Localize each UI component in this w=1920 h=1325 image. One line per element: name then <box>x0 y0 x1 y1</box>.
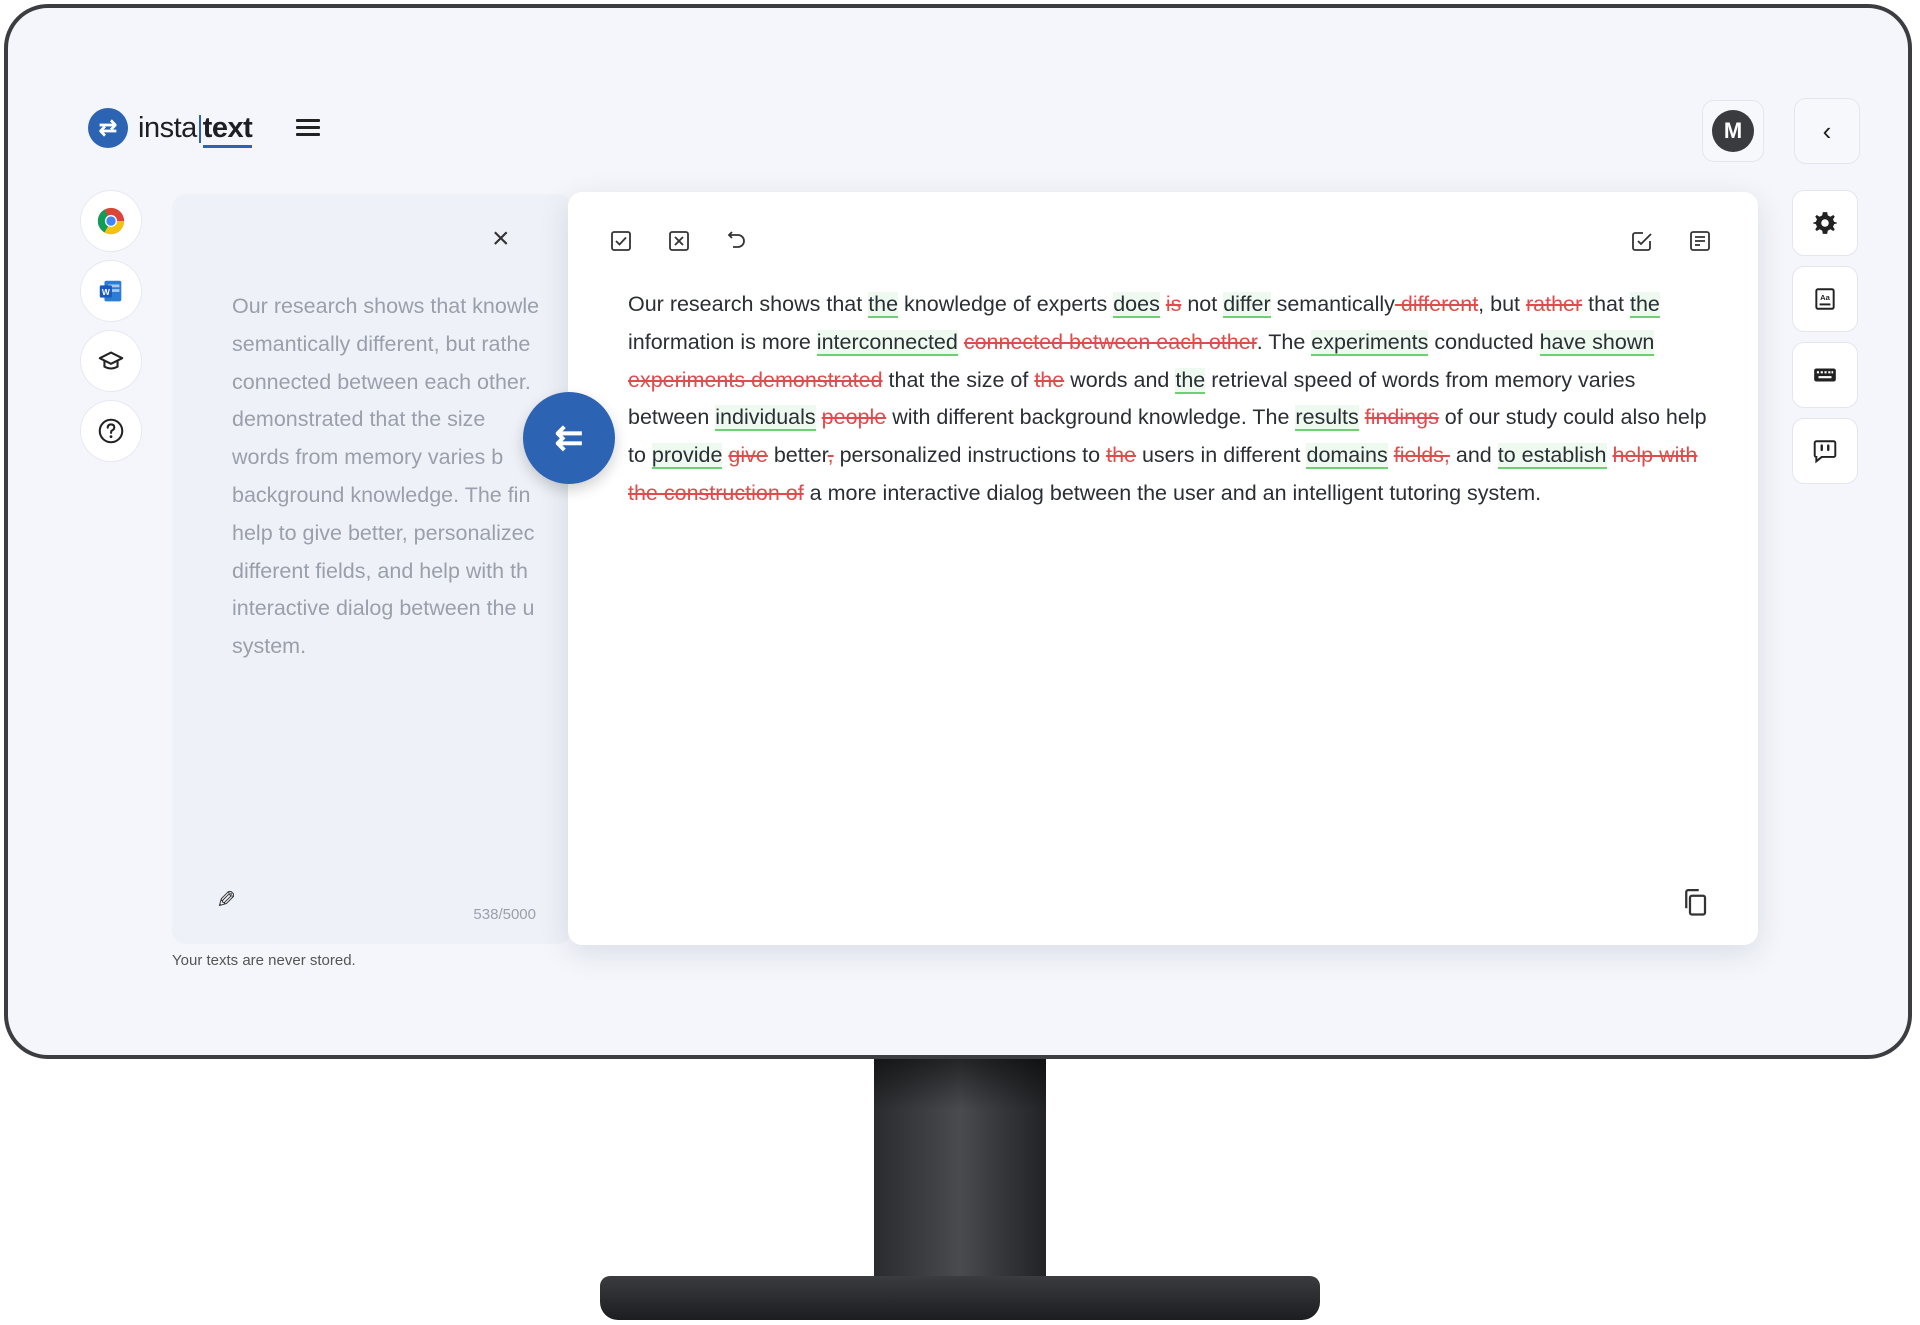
deleted-text[interactable]: experiments demonstrated <box>628 368 883 392</box>
hamburger-menu-icon[interactable] <box>296 119 320 137</box>
arrow-left-icon: ⇇ <box>554 419 584 457</box>
reject-all-icon[interactable] <box>662 224 696 258</box>
deleted-text[interactable]: connected between each other <box>964 330 1257 354</box>
text-segment: conducted <box>1428 329 1540 354</box>
accept-all-icon[interactable] <box>604 224 638 258</box>
chevron-left-icon: ‹ <box>1822 115 1832 146</box>
deleted-text[interactable]: is <box>1166 292 1182 316</box>
logo-text: insta text <box>138 111 253 148</box>
settings-button[interactable] <box>1792 190 1858 256</box>
monitor-screen: ⇄ insta text M ‹ W × Our research shows … <box>4 4 1912 1059</box>
inserted-text[interactable]: the <box>1175 367 1206 394</box>
text-segment: knowledge of experts <box>898 292 1114 316</box>
inserted-text[interactable]: results <box>1295 405 1359 432</box>
text-segment: and <box>1449 443 1498 468</box>
app-logo[interactable]: ⇄ insta text <box>88 108 253 148</box>
help-button[interactable] <box>80 400 142 462</box>
academy-button[interactable] <box>80 330 142 392</box>
deleted-text[interactable]: the <box>1034 368 1064 392</box>
text-segment: . The <box>1256 329 1312 354</box>
collapse-button[interactable]: ‹ <box>1794 98 1860 164</box>
dictionary-button[interactable]: Aa <box>1792 266 1858 332</box>
svg-text:Aa: Aa <box>1820 293 1830 302</box>
keyboard-icon <box>1814 368 1836 382</box>
text-segment: better <box>767 443 828 468</box>
corrected-text[interactable]: Our research shows that the knowledge of… <box>628 286 1718 513</box>
chrome-extension-button[interactable] <box>80 190 142 252</box>
logo-part-text: text <box>202 111 253 148</box>
text-segment: semantically <box>1270 292 1395 316</box>
feedback-icon <box>1813 440 1837 464</box>
deleted-text[interactable]: the <box>1106 443 1136 467</box>
inserted-text[interactable]: domains <box>1306 443 1388 470</box>
help-circle-icon <box>98 418 124 444</box>
deleted-text[interactable]: people <box>822 405 887 429</box>
gear-icon <box>1813 212 1837 234</box>
inserted-text[interactable]: does <box>1113 292 1160 318</box>
text-segment: information is more <box>628 329 817 354</box>
graduation-cap-icon <box>98 351 124 370</box>
summary-icon[interactable] <box>1683 224 1717 258</box>
close-icon[interactable]: × <box>492 224 510 254</box>
undo-icon[interactable] <box>720 224 754 258</box>
logo-part-insta: insta <box>138 111 197 144</box>
inserted-text[interactable]: differ <box>1223 292 1271 318</box>
text-segment: a more interactive dialog between the us… <box>803 480 1542 505</box>
text-segment: , but <box>1478 292 1526 316</box>
text-segment: Our research shows that <box>628 292 869 316</box>
deleted-text[interactable]: findings <box>1365 405 1439 429</box>
avatar: M <box>1712 110 1754 152</box>
inserted-text[interactable]: experiments <box>1311 329 1429 356</box>
deleted-text[interactable]: different <box>1395 292 1478 316</box>
inserted-text[interactable]: have shown <box>1539 329 1655 356</box>
inserted-text[interactable]: the <box>1629 292 1660 318</box>
text-segment: users in different <box>1135 443 1307 468</box>
word-icon: W <box>99 280 122 302</box>
text-segment: personalized instructions to <box>833 443 1107 468</box>
result-panel: Our research shows that the knowledge of… <box>568 192 1758 945</box>
logo-mark-icon: ⇄ <box>88 108 128 148</box>
book-icon: Aa <box>1815 288 1835 310</box>
monitor-stand-neck <box>874 1055 1046 1295</box>
text-segment: that <box>1582 292 1630 316</box>
keyboard-shortcuts-button[interactable] <box>1792 342 1858 408</box>
monitor-stand-base <box>600 1276 1320 1320</box>
chrome-icon <box>97 207 125 235</box>
text-segment: that the size of <box>882 367 1035 392</box>
deleted-text[interactable]: rather <box>1526 292 1582 316</box>
inserted-text[interactable]: the <box>868 292 899 318</box>
user-avatar-button[interactable]: M <box>1702 100 1764 162</box>
feedback-button[interactable] <box>1792 418 1858 484</box>
inserted-text[interactable]: individuals <box>715 405 816 432</box>
source-text[interactable]: Our research shows that knowle semantica… <box>232 288 572 666</box>
inserted-text[interactable]: interconnected <box>816 329 958 356</box>
apply-to-source-button[interactable]: ⇇ <box>523 392 615 484</box>
text-segment: with different background knowledge. The <box>886 405 1296 430</box>
inserted-text[interactable]: to establish <box>1497 443 1607 470</box>
copy-icon[interactable] <box>1680 887 1710 917</box>
svg-text:W: W <box>102 287 110 297</box>
text-segment: words and <box>1064 367 1176 392</box>
deleted-text[interactable]: fields, <box>1394 443 1450 467</box>
deleted-text[interactable]: give <box>728 443 767 467</box>
source-text-panel[interactable]: × Our research shows that knowle semanti… <box>172 194 572 944</box>
word-addin-button[interactable]: W <box>80 260 142 322</box>
inserted-text[interactable]: provide <box>651 443 723 470</box>
pencil-icon[interactable]: ✎ <box>216 886 236 915</box>
apply-changes-icon[interactable] <box>1625 224 1659 258</box>
privacy-note: Your texts are never stored. <box>172 952 356 969</box>
char-count: 538/5000 <box>473 906 536 923</box>
text-segment: not <box>1181 292 1224 316</box>
logo-separator <box>198 114 201 143</box>
